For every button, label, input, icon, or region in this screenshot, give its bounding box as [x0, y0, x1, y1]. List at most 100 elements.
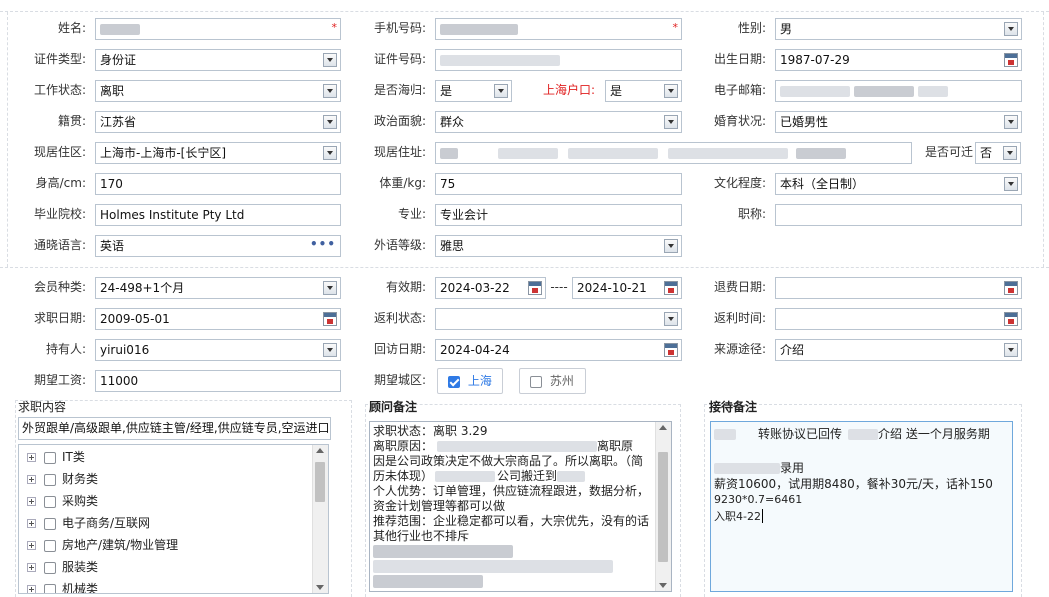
rebate-time-field[interactable]: [775, 308, 1022, 330]
tree-item[interactable]: 机械类: [27, 578, 98, 593]
tree-item[interactable]: 服装类: [27, 556, 98, 578]
chevron-down-icon[interactable]: [664, 84, 678, 98]
tree-scrollbar[interactable]: [312, 445, 328, 593]
calendar-icon[interactable]: [528, 281, 542, 295]
chevron-down-icon[interactable]: [1003, 146, 1017, 160]
calendar-icon[interactable]: [1004, 281, 1018, 295]
checkbox-icon[interactable]: [44, 561, 56, 574]
hukou-select[interactable]: 是: [605, 80, 682, 102]
phone-field[interactable]: *: [435, 18, 682, 40]
notes-scrollbar[interactable]: [655, 422, 671, 591]
language-field[interactable]: 英语 •••: [95, 235, 341, 257]
apply-date-field[interactable]: 2009-05-01: [95, 308, 341, 330]
id-type-select[interactable]: 身份证: [95, 49, 341, 71]
overseas-select[interactable]: 是: [435, 80, 512, 102]
city-option-suzhou[interactable]: 苏州: [519, 368, 586, 394]
scroll-down-icon[interactable]: [316, 585, 324, 590]
top-divider: [0, 11, 1049, 12]
rebate-status-select[interactable]: [435, 308, 682, 330]
job-title-field[interactable]: [775, 204, 1022, 226]
language-level-select[interactable]: 雅思: [435, 235, 682, 257]
checkbox-icon[interactable]: [44, 495, 56, 508]
school-field[interactable]: Holmes Institute Pty Ltd: [95, 204, 341, 226]
gender-value: 男: [780, 22, 793, 36]
reception-notes-textarea[interactable]: 转账协议已回传 介绍 送一个月服务期 录用 薪资10600，试用期8480，餐补3…: [710, 421, 1013, 592]
tree-item[interactable]: 财务类: [27, 468, 98, 490]
job-content-field[interactable]: 外贸跟单/高级跟单,供应链主管/经理,供应链专员,空运进口: [18, 417, 331, 440]
work-status-select[interactable]: 离职: [95, 80, 341, 102]
chevron-down-icon[interactable]: [323, 343, 337, 357]
scroll-thumb[interactable]: [315, 462, 325, 502]
gender-select[interactable]: 男: [775, 18, 1022, 40]
scroll-up-icon[interactable]: [316, 448, 324, 453]
chevron-down-icon[interactable]: [664, 239, 678, 253]
holder-select[interactable]: yirui016: [95, 339, 341, 361]
visit-date-field[interactable]: 2024-04-24: [435, 339, 682, 361]
education-select[interactable]: 本科（全日制）: [775, 173, 1022, 195]
calendar-icon[interactable]: [664, 281, 678, 295]
rebate-status-label: 返利状态:: [373, 311, 426, 325]
valid-from-field[interactable]: 2024-03-22: [435, 277, 546, 299]
checkbox-icon[interactable]: [44, 583, 56, 593]
marital-select[interactable]: 已婚男性: [775, 111, 1022, 133]
chevron-down-icon[interactable]: [323, 53, 337, 67]
chevron-down-icon[interactable]: [323, 84, 337, 98]
politics-select[interactable]: 群众: [435, 111, 682, 133]
email-field[interactable]: [775, 80, 1022, 102]
chevron-down-icon[interactable]: [323, 115, 337, 129]
calendar-icon[interactable]: [323, 312, 337, 326]
note-line: 离职原因： 离职原: [373, 439, 634, 453]
scroll-down-icon[interactable]: [659, 583, 667, 588]
checkbox-icon[interactable]: [44, 539, 56, 552]
chevron-down-icon[interactable]: [1004, 343, 1018, 357]
expand-icon[interactable]: [27, 563, 36, 572]
calendar-icon[interactable]: [1004, 312, 1018, 326]
scroll-thumb[interactable]: [658, 452, 668, 562]
chevron-down-icon[interactable]: [494, 84, 508, 98]
native-place-select[interactable]: 江苏省: [95, 111, 341, 133]
chevron-down-icon[interactable]: [664, 115, 678, 129]
chevron-down-icon[interactable]: [1004, 177, 1018, 191]
chevron-down-icon[interactable]: [1004, 22, 1018, 36]
source-select[interactable]: 介绍: [775, 339, 1022, 361]
relocate-select[interactable]: 否: [975, 142, 1021, 164]
expand-icon[interactable]: [27, 453, 36, 462]
chevron-down-icon[interactable]: [664, 312, 678, 326]
consultant-notes-textarea[interactable]: 求职状态：离职 3.29 离职原因： 离职原 因是公司政策决定不做大宗商品了。所以…: [369, 421, 672, 592]
tree-item[interactable]: 电子商务/互联网: [27, 512, 150, 534]
address-field[interactable]: [435, 142, 912, 164]
chevron-down-icon[interactable]: [1004, 115, 1018, 129]
tree-item[interactable]: IT类: [27, 446, 85, 468]
weight-field[interactable]: 75: [435, 173, 682, 195]
expand-icon[interactable]: [27, 541, 36, 550]
checkbox-icon[interactable]: [44, 473, 56, 486]
more-icon[interactable]: •••: [310, 236, 336, 254]
member-type-select[interactable]: 24-498+1个月: [95, 277, 341, 299]
checkbox-icon[interactable]: [530, 375, 542, 388]
valid-to-field[interactable]: 2024-10-21: [572, 277, 682, 299]
tree-item[interactable]: 采购类: [27, 490, 98, 512]
expand-icon[interactable]: [27, 519, 36, 528]
marital-label: 婚育状况:: [713, 114, 766, 128]
expand-icon[interactable]: [27, 497, 36, 506]
calendar-icon[interactable]: [1004, 53, 1018, 67]
expand-icon[interactable]: [27, 475, 36, 484]
major-field[interactable]: 专业会计: [435, 204, 682, 226]
refund-date-field[interactable]: [775, 277, 1022, 299]
region-select[interactable]: 上海市-上海市-[长宁区]: [95, 142, 341, 164]
chevron-down-icon[interactable]: [323, 281, 337, 295]
height-field[interactable]: 170: [95, 173, 341, 195]
expand-icon[interactable]: [27, 585, 36, 593]
id-number-field[interactable]: [435, 49, 682, 71]
checkbox-checked-icon[interactable]: [448, 375, 460, 388]
calendar-icon[interactable]: [664, 343, 678, 357]
chevron-down-icon[interactable]: [323, 146, 337, 160]
checkbox-icon[interactable]: [44, 517, 56, 530]
city-option-shanghai[interactable]: 上海: [437, 368, 503, 394]
birth-date-field[interactable]: 1987-07-29: [775, 49, 1022, 71]
name-field[interactable]: *: [95, 18, 341, 40]
scroll-up-icon[interactable]: [659, 425, 667, 430]
tree-item[interactable]: 房地产/建筑/物业管理: [27, 534, 178, 556]
expected-salary-field[interactable]: 11000: [95, 370, 341, 392]
checkbox-icon[interactable]: [44, 451, 56, 464]
